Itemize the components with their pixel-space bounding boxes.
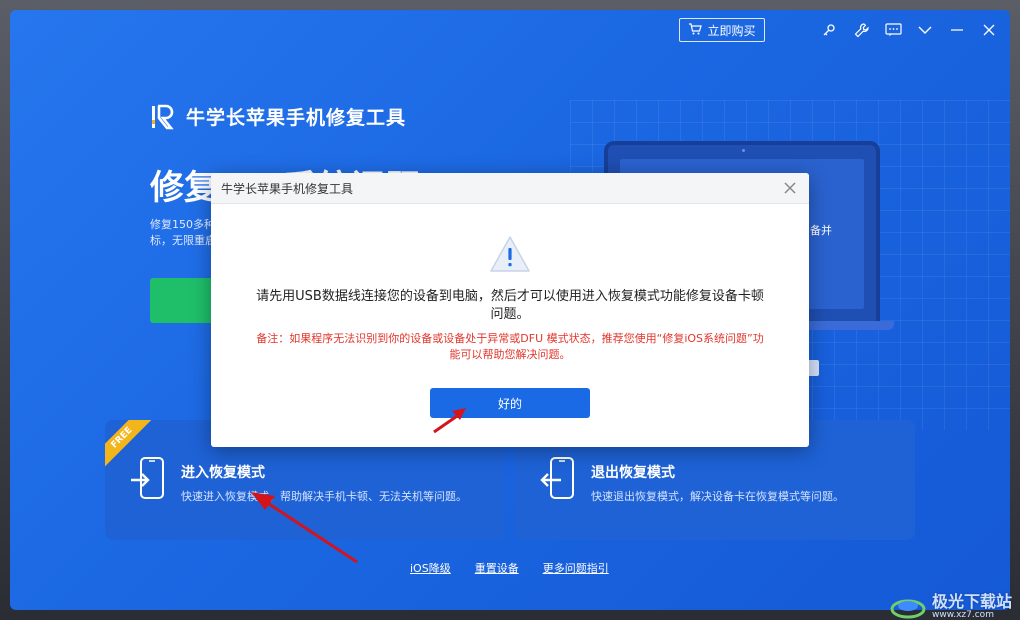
feedback-icon[interactable] [884, 18, 902, 42]
exit-recovery-icon [540, 457, 574, 499]
app-logo: 牛学长苹果手机修复工具 [150, 103, 406, 130]
link-reset-device[interactable]: 重置设备 [475, 560, 519, 576]
link-ios-downgrade[interactable]: iOS降级 [410, 560, 451, 576]
dialog-message: 请先用USB数据线连接您的设备到电脑，然后才可以使用进入恢复模式功能修复设备卡顿… [256, 289, 764, 322]
card-title: 退出恢复模式 [591, 465, 675, 481]
laptop-side-text: 备并 [810, 224, 832, 237]
warning-icon [490, 236, 530, 272]
dialog-header: 牛学长苹果手机修复工具 [211, 173, 809, 204]
watermark-text: 极光下载站 [931, 592, 1012, 611]
card-description: 快速退出恢复模式，解决设备卡在恢复模式等问题。 [591, 490, 844, 503]
cart-icon [688, 22, 703, 38]
minimize-icon[interactable] [948, 18, 966, 42]
chevron-down-icon[interactable] [916, 18, 934, 42]
buy-now-label: 立即购买 [707, 23, 756, 38]
close-icon[interactable] [980, 18, 998, 42]
watermark-url: www.xz7.com [931, 610, 994, 620]
wrench-icon[interactable] [852, 18, 870, 42]
buy-now-button[interactable]: 立即购买 [679, 18, 765, 42]
logo-icon [152, 104, 174, 129]
dialog-note: 备注：如果程序无法识别到你的设备或设备处于异常或DFU 模式状态，推荐您使用“修… [256, 332, 764, 361]
card-title: 进入恢复模式 [181, 465, 265, 481]
link-more-help[interactable]: 更多问题指引 [543, 560, 609, 576]
site-watermark: 极光下载站 www.xz7.com [890, 594, 1012, 620]
card-description: 快速进入恢复模式，帮助解决手机卡顿、无法关机等问题。 [181, 490, 467, 503]
dialog-title: 牛学长苹果手机修复工具 [221, 181, 354, 196]
enter-recovery-icon [131, 457, 164, 499]
dialog-close-icon[interactable] [781, 179, 799, 197]
app-name: 牛学长苹果手机修复工具 [186, 107, 407, 129]
ok-button[interactable]: 好的 [430, 388, 590, 418]
connect-device-dialog: 牛学长苹果手机修复工具 请先用USB数据线连接您的设备到电脑，然后才可以使用进入… [211, 173, 809, 447]
key-icon[interactable] [820, 18, 838, 42]
window-controls [820, 18, 998, 42]
bottom-links: iOS降级 重置设备 更多问题指引 [410, 560, 609, 576]
watermark-text-block: 极光下载站 www.xz7.com [932, 594, 1012, 620]
laptop-camera [742, 149, 745, 152]
watermark-logo-icon [890, 599, 926, 619]
